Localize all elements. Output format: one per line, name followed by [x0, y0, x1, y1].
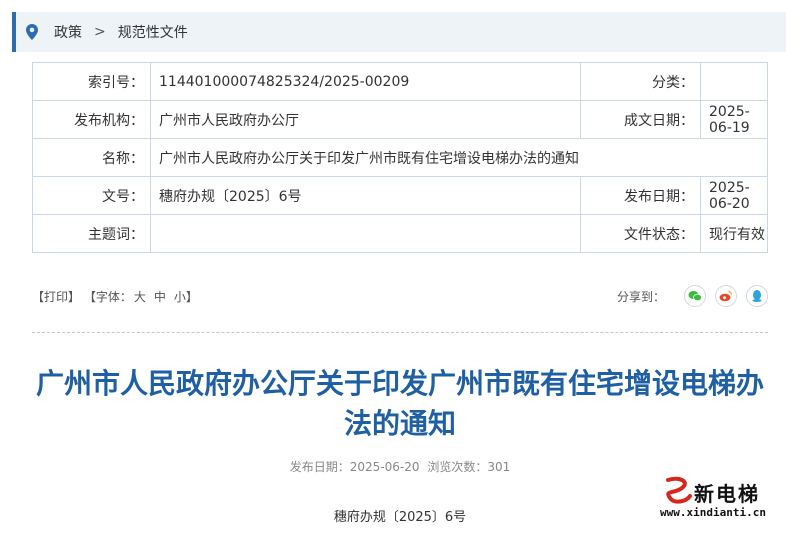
font-size-label: 【字体： [83, 289, 132, 304]
table-row: 文号： 穗府办规〔2025〕6号 发布日期： 2025-06-20 [32, 176, 768, 215]
article-title: 广州市人民政府办公厅关于印发广州市既有住宅增设电梯办法的通知 [35, 367, 764, 440]
document-metadata-table: 索引号： 114401000074825324/2025-00209 分类： 发… [32, 62, 768, 253]
article-toolbar: 【打印】 【字体：大中小】 分享到： [32, 280, 768, 312]
weibo-icon[interactable] [715, 285, 737, 307]
location-pin-icon [26, 22, 42, 42]
breadcrumb-item-normative-docs[interactable]: 规范性文件 [118, 22, 188, 42]
table-row: 索引号： 114401000074825324/2025-00209 分类： [32, 62, 768, 101]
font-medium-button[interactable]: 中 [154, 290, 166, 304]
issuer-label: 发布机构： [32, 100, 151, 139]
chevron-right-icon: > [94, 24, 106, 40]
category-value [700, 62, 768, 101]
watermark-brand: 新电梯 [694, 482, 760, 506]
view-count-text: 浏览次数：301 [427, 460, 511, 474]
written-date-label: 成文日期： [580, 100, 701, 139]
status-value: 现行有效 [700, 214, 768, 253]
xindianti-logo-icon [666, 476, 692, 504]
watermark-logo: 新电梯 www.xindianti.cn [656, 476, 796, 526]
publish-date-text: 发布日期：2025-06-20 [289, 460, 420, 474]
keywords-label: 主题词： [32, 214, 151, 253]
print-button[interactable]: 【打印】 [32, 290, 80, 304]
name-label: 名称： [32, 138, 151, 177]
share-label: 分享到： [616, 289, 665, 304]
share-bar: 分享到： [617, 285, 768, 307]
toolbar-left: 【打印】 【字体：大中小】 [32, 288, 204, 305]
divider [32, 332, 768, 333]
index-label: 索引号： [32, 62, 151, 101]
table-row: 发布机构： 广州市人民政府办公厅 成文日期： 2025-06-19 [32, 100, 768, 139]
publish-date-value: 2025-06-20 [700, 176, 768, 215]
index-value: 114401000074825324/2025-00209 [150, 62, 581, 101]
wechat-icon[interactable] [684, 285, 706, 307]
name-value: 广州市人民政府办公厅关于印发广州市既有住宅增设电梯办法的通知 [150, 138, 768, 177]
breadcrumb-item-policy[interactable]: 政策 [54, 22, 82, 42]
doc-no-value: 穗府办规〔2025〕6号 [150, 176, 581, 215]
font-size-bracket: 】 [185, 289, 198, 304]
article-publish-info: 发布日期：2025-06-20 浏览次数：301 [0, 458, 800, 475]
font-large-button[interactable]: 大 [134, 290, 146, 304]
status-label: 文件状态： [580, 214, 701, 253]
doc-no-label: 文号： [32, 176, 151, 215]
issuer-value: 广州市人民政府办公厅 [150, 100, 581, 139]
breadcrumb: 政策 > 规范性文件 [12, 12, 786, 52]
table-row: 名称： 广州市人民政府办公厅关于印发广州市既有住宅增设电梯办法的通知 [32, 138, 768, 177]
written-date-value: 2025-06-19 [700, 100, 768, 139]
qq-icon[interactable] [746, 285, 768, 307]
keywords-value [150, 214, 581, 253]
table-row: 主题词： 文件状态： 现行有效 [32, 214, 768, 253]
publish-date-label: 发布日期： [580, 176, 701, 215]
font-small-button[interactable]: 小 [174, 290, 186, 304]
category-label: 分类： [580, 62, 701, 101]
watermark-url: www.xindianti.cn [660, 506, 766, 519]
